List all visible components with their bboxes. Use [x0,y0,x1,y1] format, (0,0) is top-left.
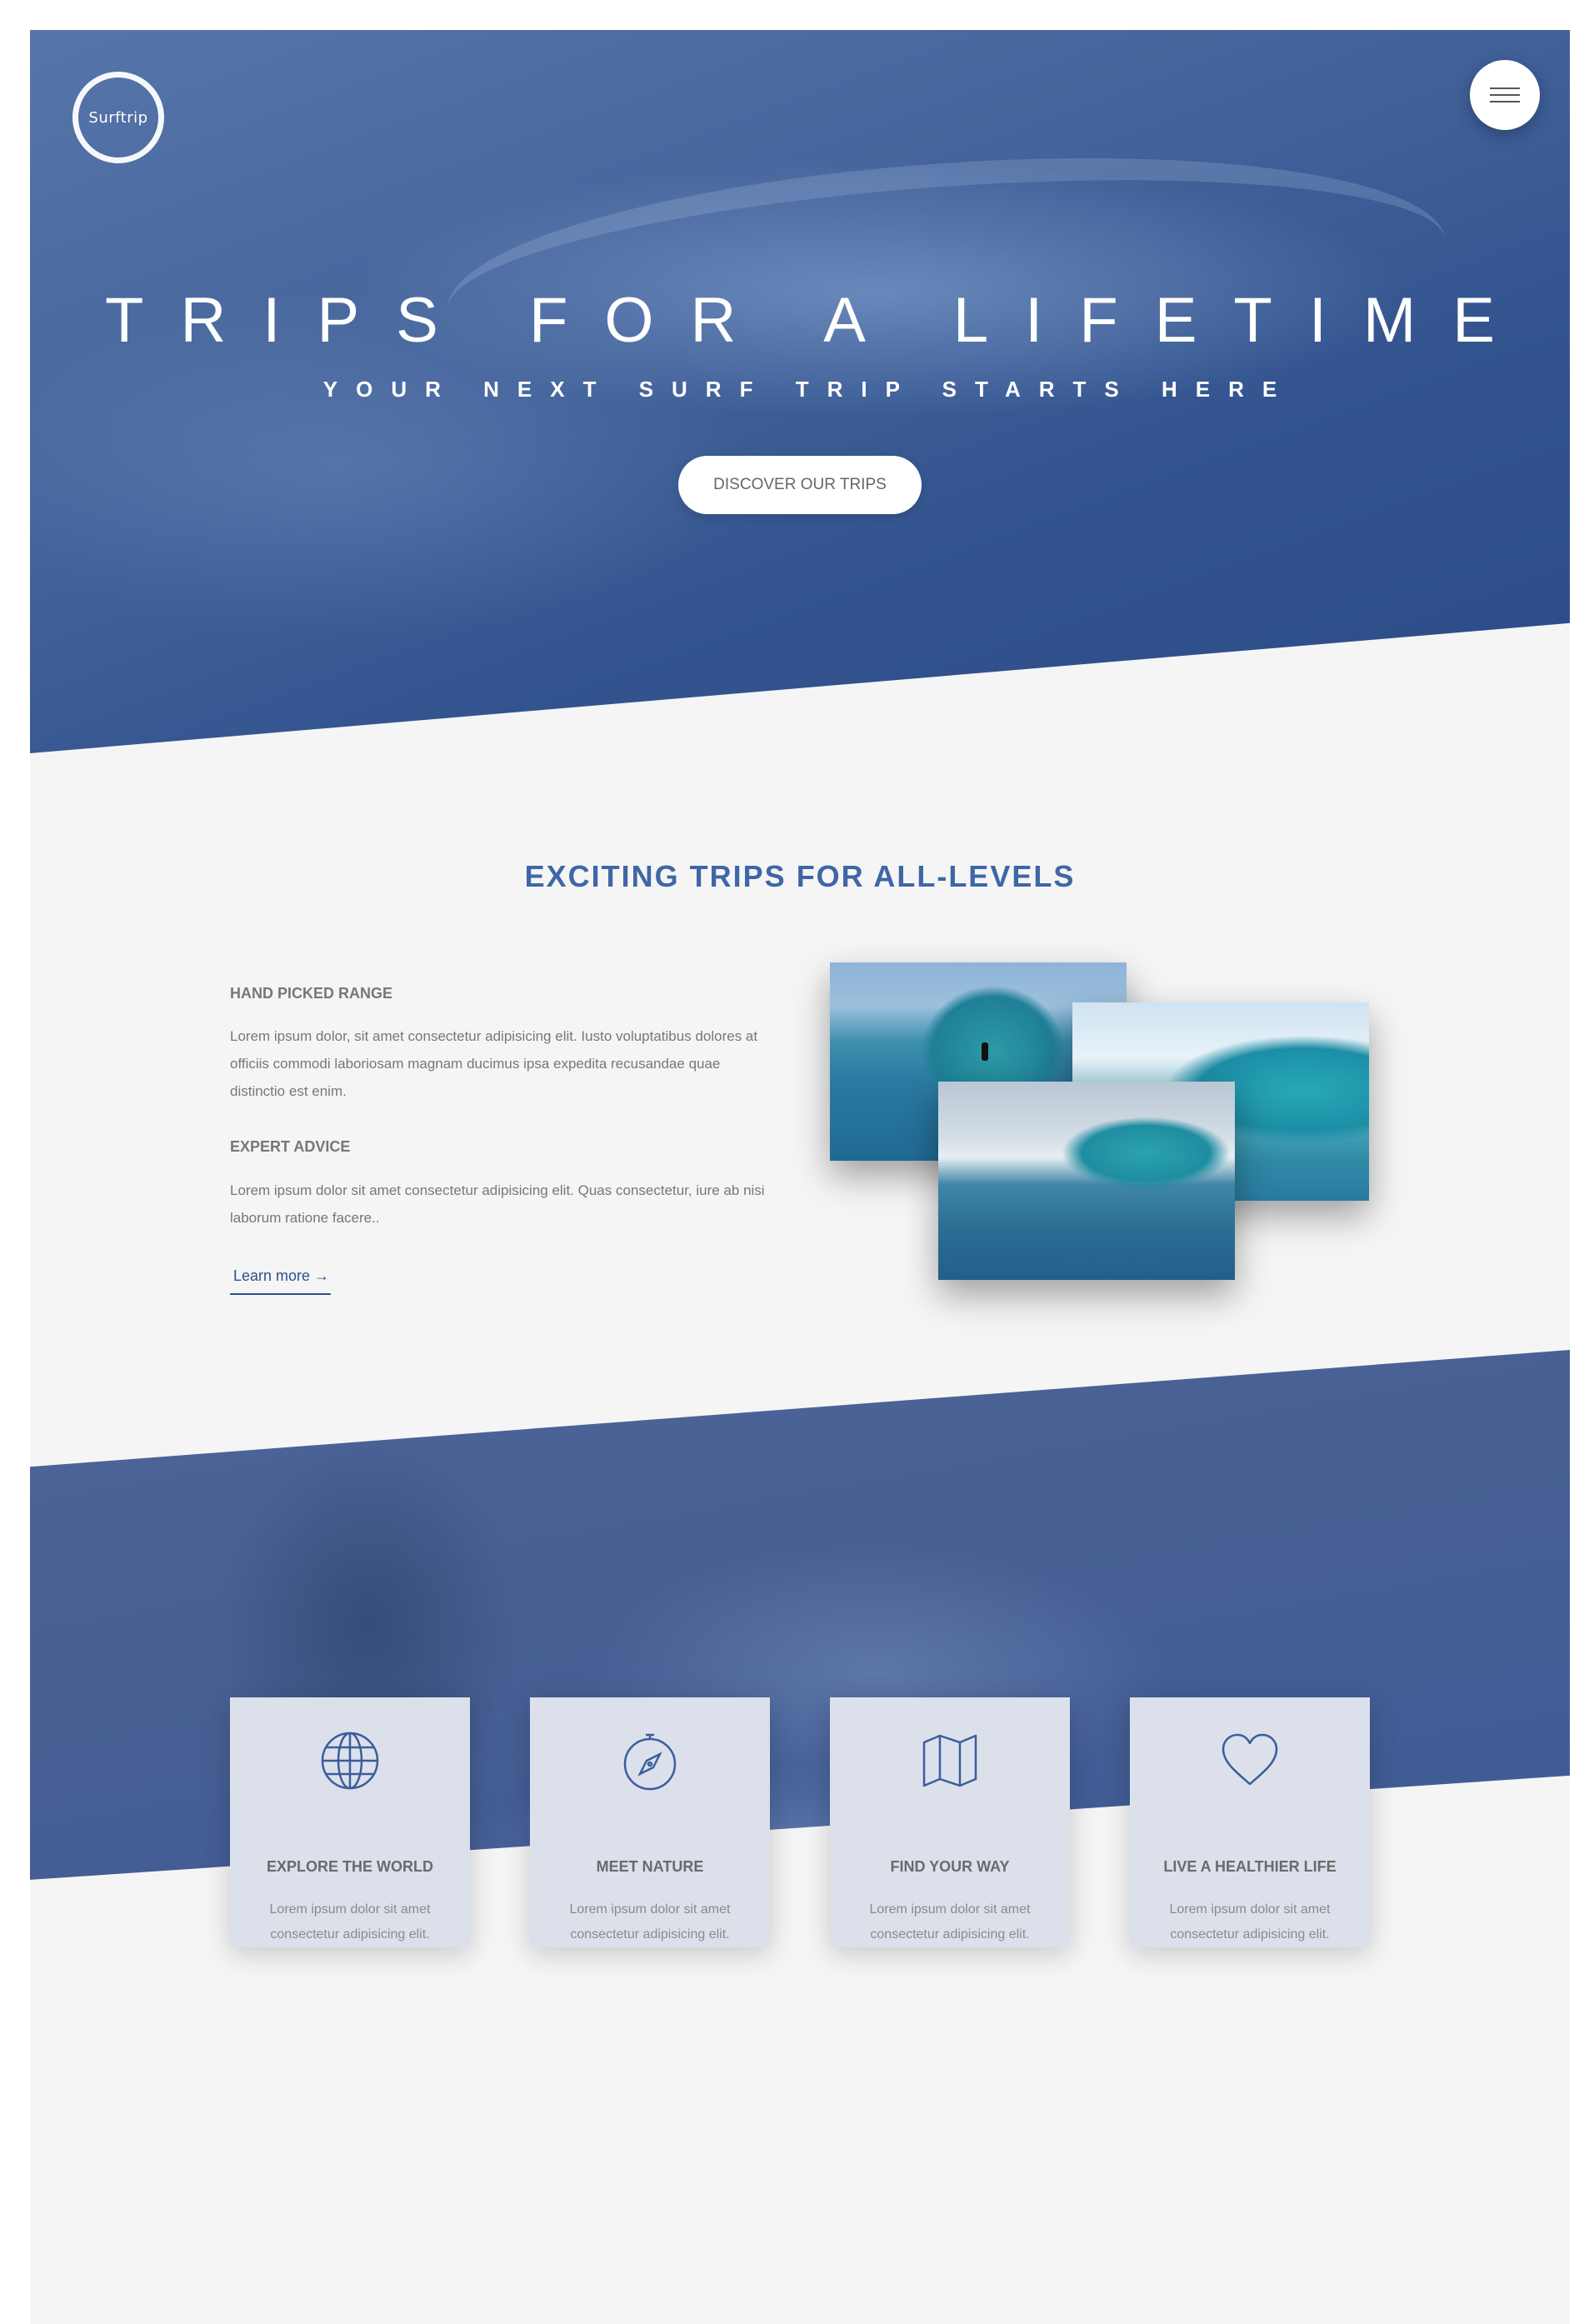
card-title: EXPLORE THE WORLD [266,1858,433,1875]
hero-subtitle: YOUR NEXT SURF TRIP STARTS HERE [322,377,1296,402]
card-title: MEET NATURE [596,1858,704,1875]
learn-more-link[interactable]: Learn more → [230,1267,332,1295]
feature-card-explore: EXPLORE THE WORLD Lorem ipsum dolor sit … [230,1697,470,1947]
card-title: FIND YOUR WAY [890,1858,1010,1875]
feature-card-healthier: LIVE A HEALTHIER LIFE Lorem ipsum dolor … [1130,1697,1370,1947]
feature-heading-hand-picked: HAND PICKED RANGE [230,985,393,1002]
card-text: Lorem ipsum dolor sit amet consectetur a… [1169,1902,1331,1942]
card-title: LIVE A HEALTHIER LIFE [1163,1858,1337,1875]
map-icon [920,1731,980,1791]
surf-photo-3 [938,1082,1235,1280]
discover-trips-button[interactable]: DISCOVER OUR TRIPS [678,456,922,514]
feature-text-expert-advice: Lorem ipsum dolor sit amet consectetur a… [230,1182,765,1226]
compass-icon [620,1731,680,1791]
feature-card-nature: MEET NATURE Lorem ipsum dolor sit amet c… [530,1697,770,1947]
logo-text: Surftrip [88,108,148,127]
hamburger-icon [1490,87,1520,89]
feature-card-find-way: FIND YOUR WAY Lorem ipsum dolor sit amet… [830,1697,1070,1947]
feature-heading-expert-advice: EXPERT ADVICE [230,1138,351,1155]
hero-title: TRIPS FOR A LIFETIME [105,285,1532,356]
card-text: Lorem ipsum dolor sit amet consectetur a… [869,1902,1031,1942]
surftrip-logo[interactable]: Surftrip [72,72,164,163]
card-text: Lorem ipsum dolor sit amet consectetur a… [269,1902,431,1942]
heart-icon [1220,1731,1280,1791]
section-title: EXCITING TRIPS FOR ALL-LEVELS [524,859,1076,893]
landing-page: Surftrip TRIPS FOR A LIFETIME YOUR NEXT … [30,30,1570,2324]
card-text: Lorem ipsum dolor sit amet consectetur a… [569,1902,731,1942]
globe-icon [320,1731,380,1791]
feature-text-hand-picked: Lorem ipsum dolor, sit amet consectetur … [230,1028,758,1099]
menu-button[interactable] [1470,60,1540,130]
surfer-figure [982,1042,988,1061]
